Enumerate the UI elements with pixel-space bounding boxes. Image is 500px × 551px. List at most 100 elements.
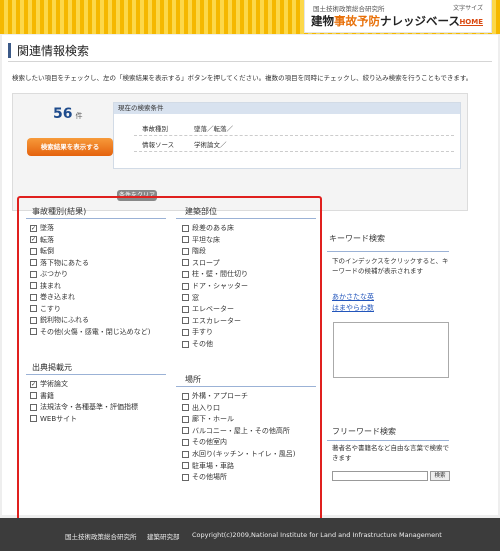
checkbox-label: 法規法令・各種基準・評価指標 [40,403,138,411]
keyword-index-row-1[interactable]: あかさたな英 [332,292,374,302]
checkbox[interactable] [182,462,189,470]
checkbox[interactable] [182,340,189,348]
checkbox[interactable] [182,328,189,336]
checkbox[interactable] [30,316,37,324]
checkbox-item[interactable]: 巻き込まれ [30,292,75,302]
checkbox-label: 転倒 [40,247,54,255]
checkbox-item[interactable]: 柱・壁・間仕切り [182,269,248,279]
result-count-unit: 件 [75,112,83,120]
checkbox-item[interactable]: 鋭利物にふれる [30,315,89,325]
checkbox-item[interactable]: 廊下・ホール [182,414,234,424]
checkbox[interactable]: ✓ [30,224,37,232]
checkbox-item[interactable]: ぶつかり [30,269,68,279]
checkbox-item[interactable]: WEBサイト [30,414,77,424]
checkbox[interactable] [182,282,189,290]
checkbox-item[interactable]: 落下物にあたる [30,258,89,268]
checkbox-label: エスカレーター [192,316,241,325]
checkbox[interactable] [182,247,189,255]
checkbox[interactable] [30,270,37,278]
checkbox-item[interactable]: 外構・アプローチ [182,391,248,401]
checkbox[interactable] [30,259,37,266]
checkbox-item[interactable]: 転倒 [30,246,54,256]
main-content: 関連情報検索 検索したい項目をチェックし、左の「検索結果を表示する」ボタンを押し… [2,35,498,530]
checkbox[interactable] [182,450,189,458]
checkbox-item[interactable]: その他場所 [182,472,227,482]
checkbox-item[interactable]: 手すり [182,327,213,337]
keyword-candidates-area[interactable] [333,322,449,378]
font-size-control[interactable]: 文字サイズ [453,3,483,12]
checkbox[interactable]: ✓ [30,380,37,388]
checkbox-item[interactable]: その他室内 [182,437,227,447]
site-title-prefix: 建物 [311,14,334,28]
checkbox-label: ぶつかり [40,270,68,278]
checkbox[interactable] [182,427,189,435]
checkbox-item[interactable]: その他(火傷・感電・閉じ込めなど) [30,327,150,337]
conditions-title: 現在の検索条件 [114,103,460,114]
checkbox[interactable] [30,403,37,411]
checkbox-item[interactable]: その他 [182,339,213,349]
checkbox-label: 巻き込まれ [40,293,75,301]
checkbox[interactable] [182,259,189,267]
checkbox-item[interactable]: 挟まれ [30,281,61,291]
checkbox[interactable] [182,404,189,412]
checkbox[interactable] [182,305,189,313]
checkbox[interactable] [182,270,189,278]
checkbox-item[interactable]: 出入り口 [182,403,220,413]
checkbox[interactable] [30,282,37,289]
checkbox-item[interactable]: 水回り(キッチン・トイレ・風呂) [182,449,295,459]
checkbox-label: 出入り口 [192,403,220,412]
checkbox-label: 転落 [40,235,54,244]
checkbox[interactable] [182,294,189,302]
checkbox[interactable] [182,438,189,446]
freeword-description: 著者名や書籍名など自由な言葉で検索できます [332,444,449,462]
checkbox-label: ドア・シャッター [192,282,248,290]
accident-type-title: 事故種別(結果) [32,207,87,216]
checkbox[interactable] [182,392,189,400]
home-link[interactable]: HOME [459,18,483,26]
checkbox[interactable] [30,328,37,335]
checkbox[interactable] [30,247,37,255]
title-accent-bar [8,43,11,58]
checkbox-item[interactable]: 窓 [182,293,199,303]
freeword-search-button[interactable]: 検索 [430,471,450,481]
checkbox-item[interactable]: バルコニー・屋上・その他高所 [182,426,290,436]
site-title[interactable]: 建物事故予防ナレッジベース [311,13,460,29]
result-summary: 56 件 検索結果を表示する 現在の検索条件 事故種別 墜落／転落／ 情報ソース … [12,93,468,211]
checkbox[interactable]: ✓ [30,236,37,243]
checkbox-item[interactable]: ✓ 墜落 [30,223,54,233]
checkbox-item[interactable]: 駐車場・車路 [182,461,234,471]
checkbox-label: エレベーター [192,305,234,314]
checkbox-item[interactable]: 平坦な床 [182,235,220,245]
footer-dept: 建築研究部 [147,533,180,541]
checkbox[interactable] [182,236,189,244]
page-title: 関連情報検索 [17,44,90,58]
show-results-button[interactable]: 検索結果を表示する [27,138,113,156]
checkbox-item[interactable]: 法規法令・各種基準・評価指標 [30,402,138,412]
institute-name: 国土技術政策総合研究所 [313,5,385,13]
checkbox[interactable] [30,392,37,399]
checkbox[interactable] [182,224,189,232]
checkbox-item[interactable]: こすり [30,304,61,314]
keyword-index-row-2[interactable]: はまやらわ数 [332,303,374,313]
checkbox-item[interactable]: ✓ 学術論文 [30,379,68,389]
checkbox[interactable] [30,293,37,301]
checkbox[interactable] [182,415,189,423]
checkbox-item[interactable]: ドア・シャッター [182,281,248,291]
checkbox-label: 手すり [192,328,213,337]
checkbox-label: スロープ [192,258,220,267]
checkbox-item[interactable]: ✓ 転落 [30,235,54,245]
checkbox-item[interactable]: 段差のある床 [182,223,234,233]
checkbox-item[interactable]: 書籍 [30,391,54,401]
checkbox[interactable] [182,317,189,325]
checkbox-item[interactable]: エスカレーター [182,316,241,326]
checkbox-label: 挟まれ [40,281,61,290]
freeword-input[interactable] [332,471,428,481]
checkbox-item[interactable]: 階段 [182,246,206,256]
checkbox-label: 水回り(キッチン・トイレ・風呂) [192,450,296,458]
checkbox-item[interactable]: エレベーター [182,304,234,314]
checkbox[interactable] [182,473,189,481]
checkbox-item[interactable]: スロープ [182,258,220,268]
checkbox[interactable] [30,415,37,422]
checkbox-label: 段差のある床 [192,224,234,232]
checkbox[interactable] [30,305,37,312]
